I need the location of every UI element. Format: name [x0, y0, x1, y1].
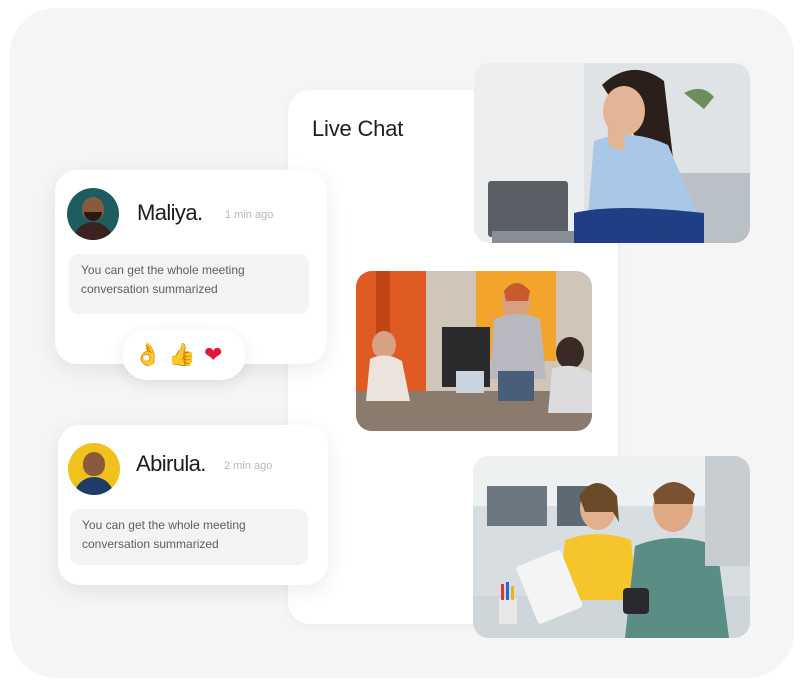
message-bubble: You can get the whole meeting conversati…	[70, 509, 308, 565]
reactions-bar: 👌 👍 ❤	[122, 330, 246, 380]
avatar	[67, 188, 119, 240]
photo-woman-with-laptop	[474, 63, 750, 243]
message-bubble: You can get the whole meeting conversati…	[69, 254, 309, 314]
heart-reaction[interactable]: ❤	[204, 342, 222, 368]
chat-message-card[interactable]: Abirula. 2 min ago You can get the whole…	[58, 425, 328, 585]
thumbs-up-reaction[interactable]: 👍	[168, 342, 195, 368]
message-timestamp: 1 min ago	[225, 209, 274, 221]
live-chat-title: Live Chat	[312, 116, 404, 141]
sender-name: Abirula.	[136, 451, 206, 476]
photo-colleagues-reviewing	[473, 456, 750, 638]
sender-name: Maliya.	[137, 200, 203, 225]
avatar	[68, 443, 120, 495]
ok-hand-reaction[interactable]: 👌	[134, 342, 161, 368]
photo-office-meeting	[356, 271, 592, 431]
message-timestamp: 2 min ago	[224, 460, 273, 472]
